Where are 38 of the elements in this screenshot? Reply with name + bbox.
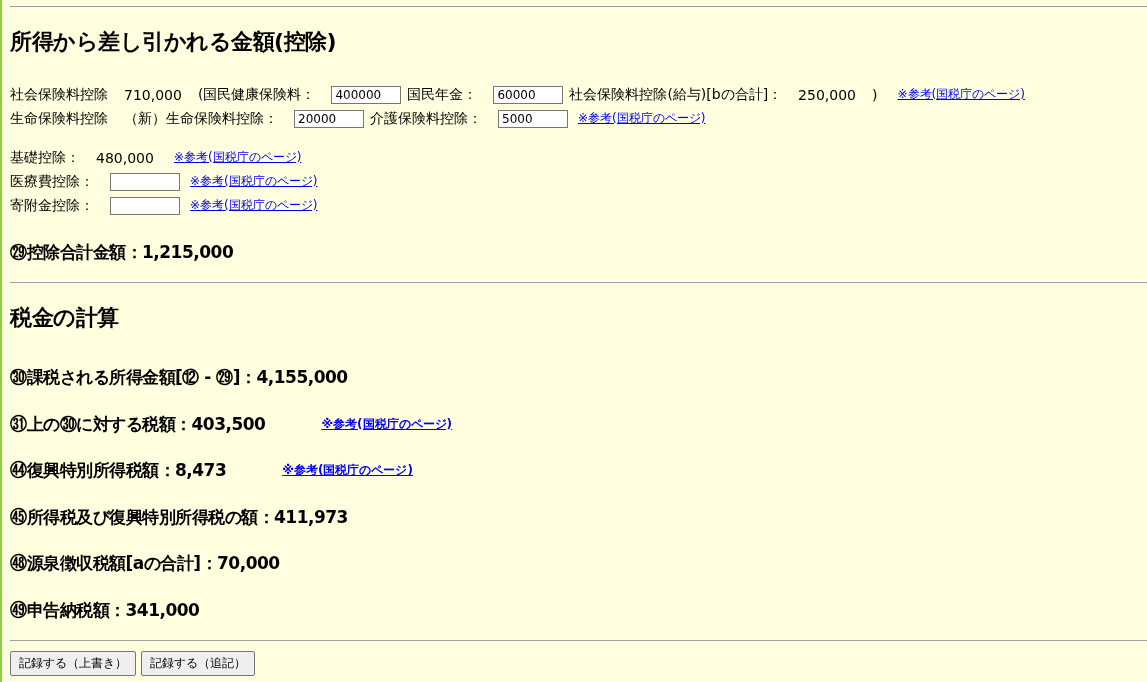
total-amount: ㉙控除合計金額：1,215,000 (10, 240, 234, 264)
reference-link[interactable]: ※参考(国税庁のページ) (190, 197, 318, 214)
total-amount: ㊽源泉徴収税額[aの合計]：70,000 (10, 552, 280, 576)
reference-link[interactable]: ※参考(国税庁のページ) (897, 86, 1025, 103)
field-label: 寄附金控除： (10, 196, 94, 215)
input-field[interactable] (110, 172, 180, 191)
input-field[interactable]: 400000 (331, 85, 402, 104)
field-label: 480,000 (96, 149, 154, 166)
input-field[interactable] (110, 196, 180, 215)
field-label: 社会保険料控除 (10, 85, 108, 104)
field-label: 基礎控除： (10, 148, 80, 167)
total-amount: ㊺所得税及び復興特別所得税の額：411,973 (10, 505, 348, 529)
save-button[interactable]: 記録する（追記） (141, 650, 255, 676)
save-button[interactable]: 記録する（上書き） (10, 650, 136, 676)
field-label: 国民年金： (407, 85, 478, 104)
reference-link[interactable]: ※参考(国税庁のページ) (282, 462, 413, 480)
reference-link[interactable]: ※参考(国税庁のページ) (173, 149, 302, 166)
field-label: 介護保険料控除： (370, 109, 482, 128)
section-heading: 所得から差し引かれる金額(控除) (10, 28, 338, 56)
field-label: 生命保険料控除 (10, 109, 108, 128)
field-label: 医療費控除： (10, 172, 94, 191)
total-amount: ㊾申告納税額：341,000 (10, 598, 200, 622)
total-amount: ㉛上の㉚に対する税額：403,500 (10, 412, 266, 436)
field-label: （新）生命保険料控除： (124, 109, 278, 128)
field-label: ) (872, 86, 878, 103)
field-label: 710,000 (124, 86, 182, 103)
total-amount: ㊹復興特別所得税額：8,473 (10, 459, 227, 483)
section-heading: 税金の計算 (10, 303, 120, 332)
field-label: (国民健康保険料： (197, 85, 316, 104)
reference-link[interactable]: ※参考(国税庁のページ) (578, 110, 706, 127)
total-amount: ㉚課税される所得金額[⑫ - ㉙]：4,155,000 (10, 366, 348, 390)
input-field[interactable]: 60000 (493, 85, 564, 104)
input-field[interactable]: 20000 (294, 109, 364, 128)
reference-link[interactable]: ※参考(国税庁のページ) (321, 415, 453, 433)
field-label: 250,000 (798, 86, 856, 103)
reference-link[interactable]: ※参考(国税庁のページ) (190, 173, 318, 190)
input-field[interactable]: 5000 (498, 109, 568, 128)
field-label: 社会保険料控除(給与)[bの合計]： (569, 85, 783, 104)
